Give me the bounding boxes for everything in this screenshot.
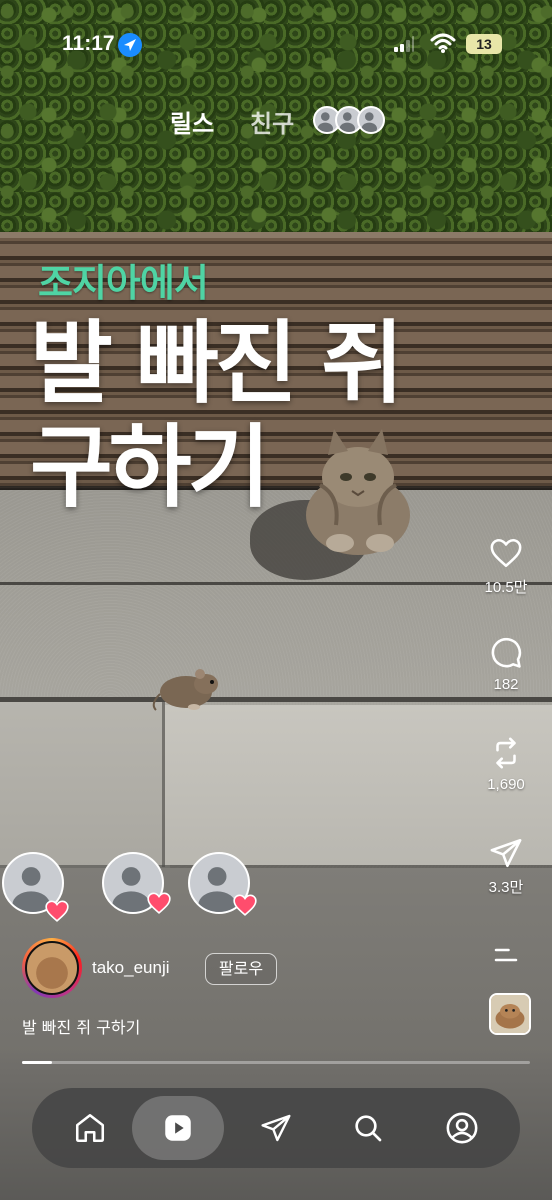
location-arrow-icon xyxy=(118,33,142,57)
status-time: 11:17 xyxy=(62,32,115,55)
overlay-caption-small: 조지아에서 xyxy=(38,261,209,305)
share-count: 3.3만 xyxy=(488,879,524,896)
status-bar: 11:17 13 xyxy=(0,0,552,90)
mouse-image xyxy=(152,669,218,711)
nav-messages[interactable] xyxy=(230,1096,322,1160)
comment-count: 182 xyxy=(493,676,519,693)
author-avatar[interactable] xyxy=(22,938,82,998)
tab-friends[interactable]: 친구 xyxy=(250,104,294,139)
tab-reels[interactable]: 릴스 xyxy=(170,104,214,139)
battery-icon: 13 xyxy=(466,34,502,54)
nav-reels[interactable] xyxy=(132,1096,224,1160)
nav-search[interactable] xyxy=(322,1096,414,1160)
heart-badge-icon xyxy=(45,900,69,922)
heart-icon xyxy=(490,538,522,568)
like-count: 10.5만 xyxy=(484,579,528,596)
overlay-caption-line-2: 구하기 xyxy=(30,415,270,520)
profile-icon xyxy=(446,1112,478,1144)
search-icon xyxy=(355,1115,382,1142)
like-button[interactable]: 10.5만 xyxy=(474,536,538,597)
overlay-caption-big: 발 빠진 쥐 구하기 xyxy=(30,312,450,520)
nav-profile[interactable] xyxy=(416,1096,508,1160)
repost-button[interactable]: 1,690 xyxy=(474,736,538,793)
friend-avatars[interactable] xyxy=(313,106,385,134)
heart-badge-icon xyxy=(233,894,257,916)
comment-button[interactable]: 182 xyxy=(474,636,538,693)
nav-home[interactable] xyxy=(44,1096,136,1160)
capybara-avatar-icon xyxy=(25,941,79,995)
wifi-icon xyxy=(430,33,456,53)
comment-icon xyxy=(491,638,522,668)
friend-avatar-icon xyxy=(357,106,385,134)
reels-icon xyxy=(165,1115,191,1141)
video-progress-fill xyxy=(22,1061,53,1064)
reel-caption[interactable]: 발 빠진 쥐 구하기 xyxy=(22,1014,140,1038)
repost-count: 1,690 xyxy=(487,776,525,793)
overlay-caption-line-1: 발 빠진 쥐 xyxy=(30,311,404,416)
bottom-nav xyxy=(32,1088,520,1168)
top-tabs: 릴스 친구 xyxy=(0,102,552,138)
follow-button[interactable]: 팔로우 xyxy=(205,953,277,985)
more-button[interactable] xyxy=(474,940,538,970)
audio-thumbnail[interactable] xyxy=(489,993,531,1035)
send-icon xyxy=(490,838,522,868)
more-icon xyxy=(494,948,518,962)
repost-icon xyxy=(496,737,516,769)
heart-badge-icon xyxy=(147,892,171,914)
author-username[interactable]: tako_eunji xyxy=(92,958,170,978)
capybara-thumbnail-icon xyxy=(491,995,529,1033)
send-icon xyxy=(261,1114,291,1142)
signal-icon xyxy=(394,36,414,52)
share-button[interactable]: 3.3만 xyxy=(474,836,538,897)
video-progress-bar[interactable] xyxy=(22,1061,530,1064)
home-icon xyxy=(75,1113,105,1143)
